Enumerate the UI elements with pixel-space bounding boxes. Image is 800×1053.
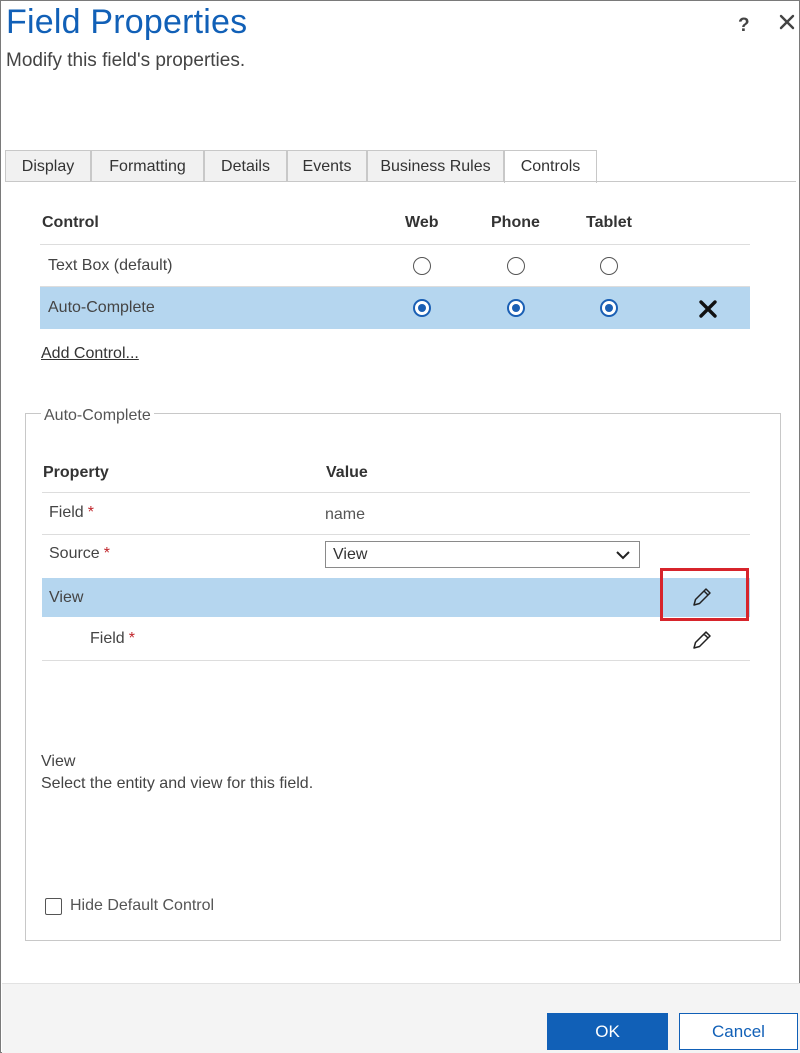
property-name: Field *	[49, 504, 94, 521]
add-control-link[interactable]: Add Control...	[41, 345, 139, 363]
highlight-annotation	[660, 568, 749, 621]
required-marker: *	[87, 504, 94, 521]
property-name: View	[49, 589, 84, 606]
tab-details[interactable]: Details	[204, 150, 287, 182]
source-select-value: View	[333, 546, 368, 563]
web-radio[interactable]	[413, 257, 431, 275]
remove-x-icon	[699, 300, 717, 318]
ok-button[interactable]: OK	[547, 1013, 668, 1050]
property-row-view-field[interactable]: Field *	[42, 617, 750, 661]
tab-formatting[interactable]: Formatting	[91, 150, 204, 182]
property-row-view[interactable]: View	[42, 578, 750, 617]
hide-default-label: Hide Default Control	[70, 897, 215, 914]
tab-bar: Display Formatting Details Events Busine…	[5, 150, 597, 183]
header-control: Control	[42, 214, 99, 231]
property-row-field[interactable]: Field * name	[42, 493, 750, 535]
controls-table-header: Control Web Phone Tablet	[40, 201, 750, 245]
field-properties-dialog: Field Properties Modify this field's pro…	[0, 0, 800, 1053]
header-property: Property	[43, 464, 109, 481]
description-text: Select the entity and view for this fiel…	[41, 775, 314, 792]
hide-default-control-option[interactable]: Hide Default Control	[45, 897, 214, 915]
property-name: Field *	[90, 630, 135, 647]
dialog-title: Field Properties	[6, 3, 248, 41]
property-name: Source *	[49, 545, 110, 562]
tab-display[interactable]: Display	[5, 150, 91, 182]
property-value: name	[325, 506, 366, 523]
property-row-source: Source * View	[42, 535, 750, 578]
close-button[interactable]	[775, 10, 799, 34]
tablet-radio[interactable]	[600, 299, 618, 317]
group-legend: Auto-Complete	[41, 407, 154, 425]
web-radio[interactable]	[413, 299, 431, 317]
tab-events[interactable]: Events	[287, 150, 367, 182]
tab-controls[interactable]: Controls	[504, 150, 597, 183]
close-icon	[779, 14, 795, 30]
pencil-icon	[693, 631, 711, 649]
remove-control-button[interactable]	[696, 297, 720, 321]
source-select[interactable]: View	[325, 541, 640, 568]
control-row-auto-complete[interactable]: Auto-Complete	[40, 287, 750, 329]
edit-field-button[interactable]	[689, 627, 715, 653]
property-table-header: Property Value	[42, 452, 750, 493]
header-tablet: Tablet	[586, 214, 632, 231]
control-name: Auto-Complete	[48, 299, 155, 316]
header-phone: Phone	[491, 214, 540, 231]
description-title: View	[41, 753, 76, 770]
help-button[interactable]: ?	[738, 15, 750, 37]
control-name: Text Box (default)	[48, 257, 173, 274]
tab-business-rules[interactable]: Business Rules	[367, 150, 504, 182]
tablet-radio[interactable]	[600, 257, 618, 275]
header-value: Value	[326, 464, 368, 481]
header-web: Web	[405, 214, 439, 231]
phone-radio[interactable]	[507, 257, 525, 275]
control-row-text-box[interactable]: Text Box (default)	[40, 245, 750, 287]
dialog-subtitle: Modify this field's properties.	[6, 50, 246, 71]
tab-divider	[5, 181, 796, 182]
cancel-button[interactable]: Cancel	[679, 1013, 798, 1050]
chevron-down-icon	[616, 551, 630, 560]
required-marker: *	[103, 545, 110, 562]
required-marker: *	[128, 630, 135, 647]
phone-radio[interactable]	[507, 299, 525, 317]
hide-default-checkbox[interactable]	[45, 897, 62, 915]
